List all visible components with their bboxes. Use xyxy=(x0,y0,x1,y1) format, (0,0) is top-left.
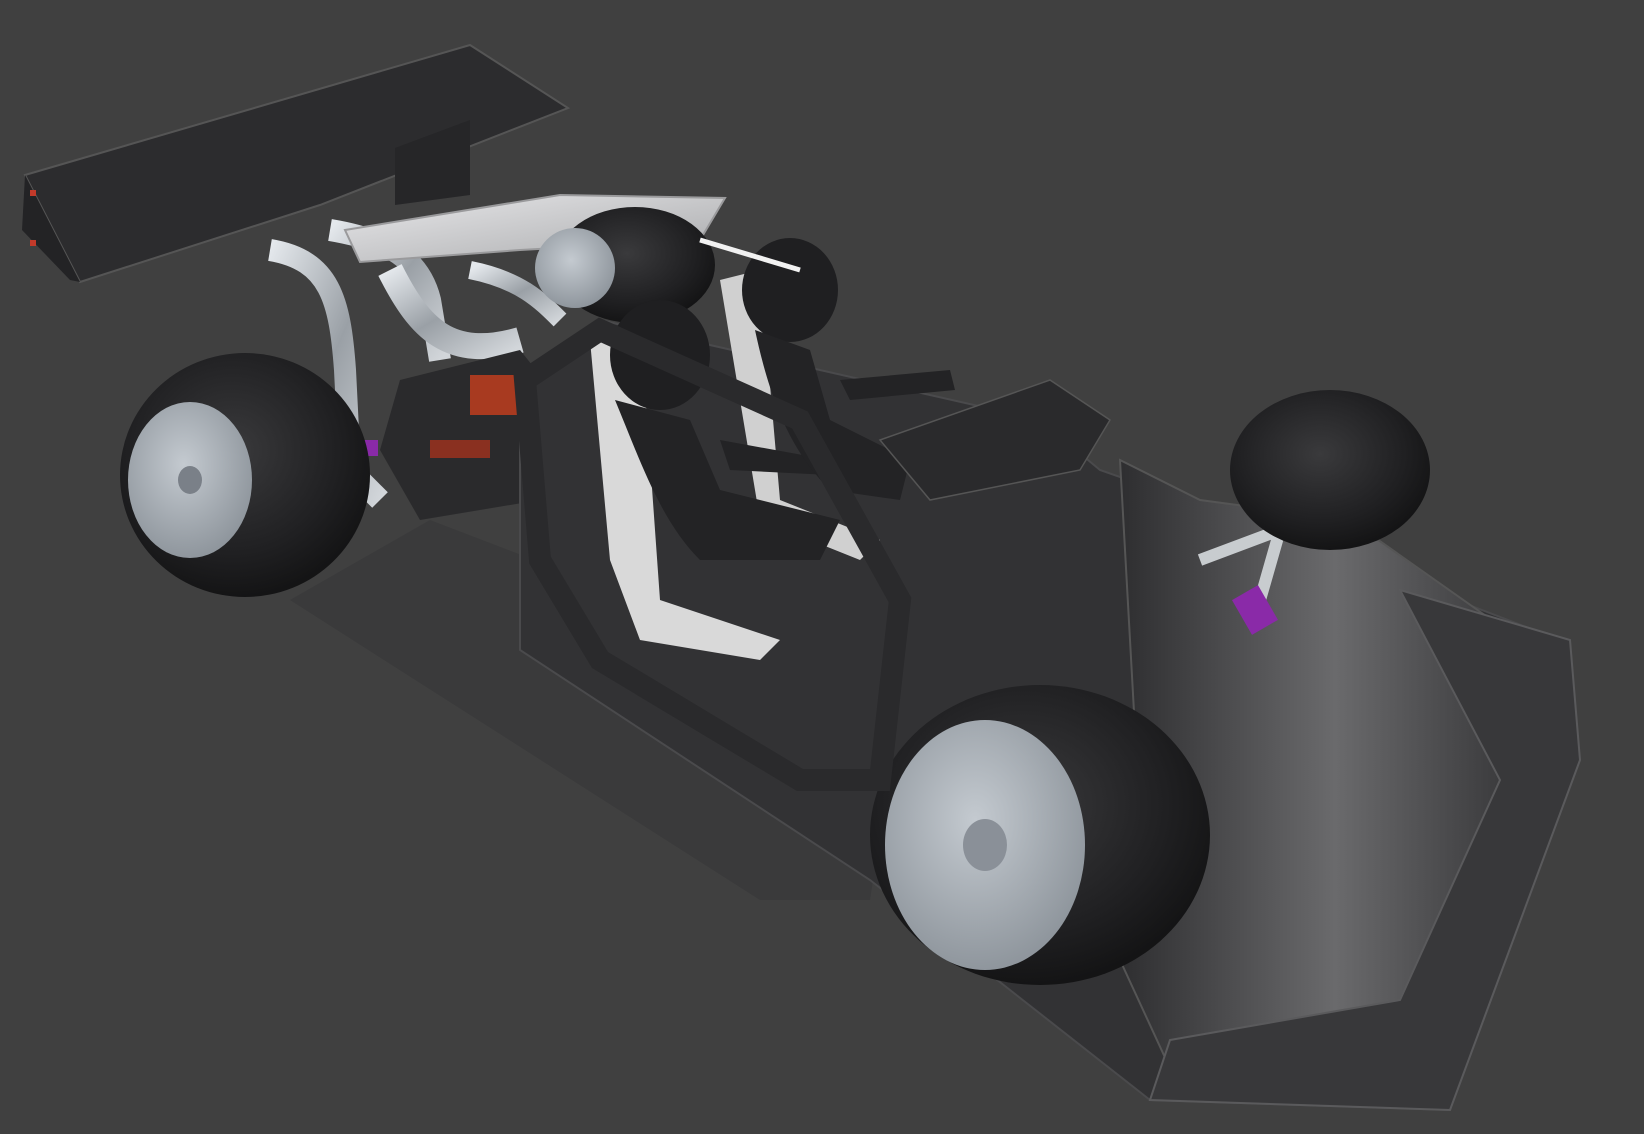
front-wheel-far[interactable] xyxy=(1230,390,1430,550)
engine-accent xyxy=(430,440,490,458)
3d-viewport[interactable] xyxy=(0,0,1644,1134)
engine-intake xyxy=(470,375,520,415)
rim xyxy=(535,228,615,308)
wing-logo-mark xyxy=(30,240,36,246)
rear-wheel-near[interactable] xyxy=(120,353,370,597)
hub xyxy=(963,819,1007,871)
front-wheel-near[interactable] xyxy=(870,685,1210,985)
tire xyxy=(1230,390,1430,550)
helmet xyxy=(742,238,838,342)
wing-logo-mark xyxy=(30,190,36,196)
hub xyxy=(178,466,202,494)
